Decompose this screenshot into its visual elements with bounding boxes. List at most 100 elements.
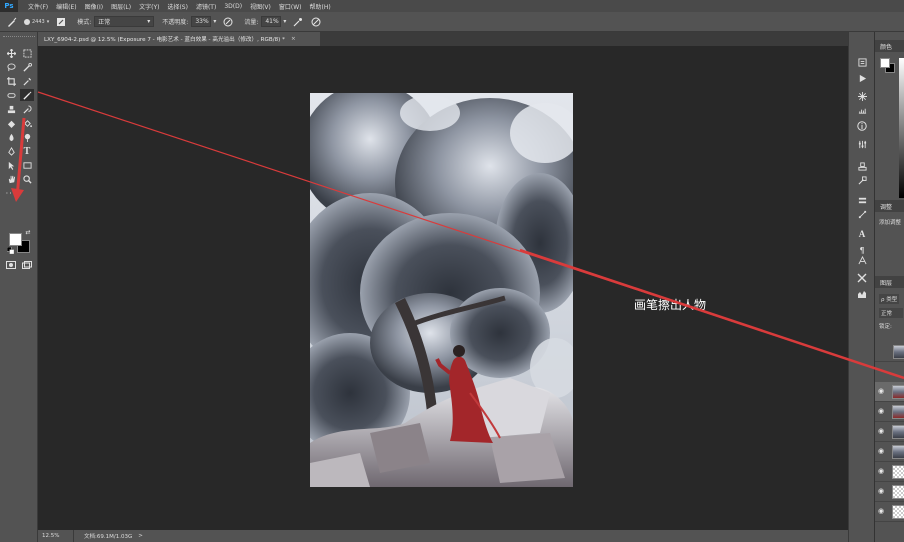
lasso-tool-icon[interactable]: [4, 61, 18, 73]
opacity-field[interactable]: 33%: [191, 16, 212, 27]
layer-blend-mode[interactable]: 正常: [879, 308, 903, 318]
mode-label: 模式:: [77, 19, 92, 26]
dodge-tool-icon[interactable]: [20, 131, 34, 143]
layer-row[interactable]: ◉: [875, 502, 904, 522]
rectangle-tool-icon[interactable]: [20, 159, 34, 171]
pressure-opacity-icon[interactable]: [222, 16, 234, 28]
brush-tool-preset-icon[interactable]: [6, 16, 18, 28]
document-tab[interactable]: LXY_6904-2.psd @ 12.5% (Exposure 7 - 电影艺…: [38, 32, 320, 46]
history-brush-tool-icon[interactable]: [20, 103, 34, 115]
color-panel-tab[interactable]: 颜色: [875, 40, 904, 52]
visibility-eye-icon[interactable]: ◉: [878, 387, 884, 395]
menu-view[interactable]: 视图(V): [246, 2, 275, 11]
brush-settings-icon[interactable]: [856, 90, 868, 102]
eraser-tool-icon[interactable]: [4, 117, 18, 129]
layer-row-selected[interactable]: ◉: [875, 382, 904, 402]
document-tab-title: LXY_6904-2.psd @ 12.5% (Exposure 7 - 电影艺…: [44, 37, 285, 43]
layers-panel-tab[interactable]: 图层: [875, 276, 904, 288]
brush-size-picker[interactable]: 2443 ▾: [24, 18, 49, 25]
move-tool-icon[interactable]: [4, 47, 18, 59]
brush-tool-icon[interactable]: [20, 89, 34, 101]
marquee-tool-icon[interactable]: [20, 47, 34, 59]
default-colors-icon[interactable]: [6, 246, 14, 254]
layer-comps-icon[interactable]: [856, 288, 868, 300]
visibility-eye-icon[interactable]: ◉: [878, 507, 884, 515]
zoom-level[interactable]: 12.5%: [38, 530, 74, 542]
screen-mode-icon[interactable]: [20, 259, 34, 271]
layer-row[interactable]: ◉: [875, 482, 904, 502]
zoom-tool-icon[interactable]: [20, 173, 34, 185]
document-image[interactable]: [310, 93, 573, 487]
quick-selection-tool-icon[interactable]: [20, 61, 34, 73]
menu-file[interactable]: 文件(F): [24, 2, 52, 11]
quick-mask-icon[interactable]: [4, 259, 18, 271]
visibility-eye-icon[interactable]: ◉: [878, 467, 884, 475]
color-panel-foreground[interactable]: [880, 58, 890, 68]
properties-panel-icon[interactable]: [856, 138, 868, 150]
visibility-eye-icon[interactable]: ◉: [878, 407, 884, 415]
menu-select[interactable]: 选择(S): [163, 2, 192, 11]
menu-type[interactable]: 文字(Y): [135, 2, 163, 11]
canvas-area[interactable]: 画笔擦出人物: [38, 46, 848, 530]
glyphs-panel-icon[interactable]: [856, 254, 868, 266]
layer-row[interactable]: ◉: [875, 462, 904, 482]
foreground-color-swatch[interactable]: [9, 233, 22, 246]
tools-panel-x-icon[interactable]: [856, 272, 868, 284]
layer-filter-kind[interactable]: ρ 类型: [879, 294, 900, 304]
pen-tool-icon[interactable]: [4, 145, 18, 157]
clone-stamp-tool-icon[interactable]: [4, 103, 18, 115]
menu-image[interactable]: 图像(I): [81, 2, 107, 11]
visibility-eye-icon[interactable]: ◉: [878, 487, 884, 495]
crop-tool-icon[interactable]: [4, 75, 18, 87]
menu-edit[interactable]: 编辑(E): [52, 2, 80, 11]
mode-select[interactable]: 正常 ▾: [94, 16, 155, 27]
right-panels: 颜色 调整 添加调整 图层 ρ 类型 正常 锁定: ◉ ◉ ◉ ◉ ◉ ◉ ◉: [874, 32, 904, 542]
history-panel-icon[interactable]: [856, 56, 868, 68]
flow-dropdown-icon[interactable]: ▾: [283, 18, 286, 25]
menu-window[interactable]: 窗口(W): [275, 2, 306, 11]
info-panel-icon[interactable]: [856, 120, 868, 132]
hand-tool-icon[interactable]: [4, 173, 18, 185]
adjustments-panel-tab[interactable]: 调整: [875, 200, 904, 212]
menu-filter[interactable]: 滤镜(T): [192, 2, 220, 11]
layer-row[interactable]: ◉: [875, 422, 904, 442]
color-ramp[interactable]: [899, 58, 904, 198]
menu-layer[interactable]: 图层(L): [107, 2, 135, 11]
layer-lock-label: 锁定:: [879, 324, 892, 330]
document-tab-bar: LXY_6904-2.psd @ 12.5% (Exposure 7 - 电影艺…: [38, 32, 848, 46]
spot-healing-tool-icon[interactable]: [4, 89, 18, 101]
pressure-size-icon[interactable]: [310, 16, 322, 28]
actions-play-icon[interactable]: [856, 72, 868, 84]
tool-presets-icon[interactable]: [856, 174, 868, 186]
layer-row[interactable]: ◉: [875, 402, 904, 422]
photoshop-window: Ps 文件(F) 编辑(E) 图像(I) 图层(L) 文字(Y) 选择(S) 滤…: [0, 0, 904, 542]
paths-panel-icon[interactable]: [856, 208, 868, 220]
clone-source-icon[interactable]: [856, 160, 868, 172]
toolbar-grip[interactable]: [3, 36, 35, 39]
menu-help[interactable]: 帮助(H): [306, 2, 335, 11]
eyedropper-tool-icon[interactable]: [20, 75, 34, 87]
layer-row[interactable]: ◉: [875, 442, 904, 462]
paint-bucket-tool-icon[interactable]: [20, 117, 34, 129]
channels-panel-icon[interactable]: [856, 194, 868, 206]
path-selection-tool-icon[interactable]: [4, 159, 18, 171]
brush-panel-toggle-icon[interactable]: [55, 16, 67, 28]
swap-colors-icon[interactable]: ⇄: [24, 228, 32, 236]
document-size[interactable]: 文档:69.1M/1.03G: [74, 532, 132, 540]
brushes-panel-icon[interactable]: [856, 104, 868, 116]
airbrush-icon[interactable]: [292, 16, 304, 28]
type-tool-icon[interactable]: T: [20, 145, 34, 157]
close-tab-icon[interactable]: ×: [291, 36, 296, 42]
adjustments-hint: 添加调整: [879, 220, 902, 226]
more-tools-icon[interactable]: ···: [4, 187, 18, 199]
layer-row[interactable]: [875, 342, 904, 362]
flow-field[interactable]: 41%: [261, 16, 282, 27]
status-menu-icon[interactable]: >: [138, 533, 143, 539]
opacity-dropdown-icon[interactable]: ▾: [213, 18, 216, 25]
blur-tool-icon[interactable]: [4, 131, 18, 143]
layer-thumbnail: [892, 445, 904, 459]
visibility-eye-icon[interactable]: ◉: [878, 427, 884, 435]
visibility-eye-icon[interactable]: ◉: [878, 447, 884, 455]
character-panel-icon[interactable]: A: [856, 228, 868, 240]
menu-3d[interactable]: 3D(D): [220, 3, 246, 10]
